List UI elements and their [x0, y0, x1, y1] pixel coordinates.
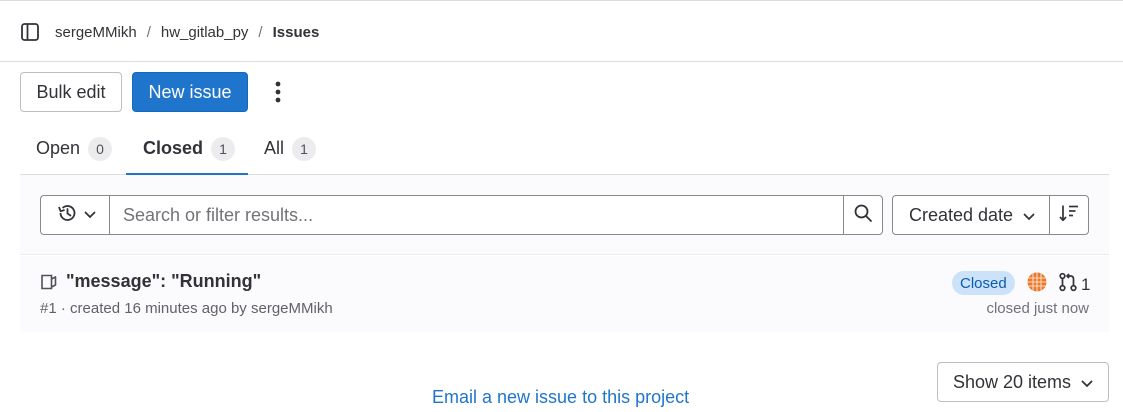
- new-issue-button[interactable]: New issue: [132, 72, 248, 112]
- issue-created-text: created 16 minutes ago by: [70, 300, 247, 317]
- tab-closed[interactable]: Closed 1: [126, 123, 248, 175]
- closed-time: closed just now: [986, 300, 1089, 317]
- page-size-dropdown[interactable]: Show 20 items: [937, 362, 1109, 402]
- issue-state-tabs: Open 0 Closed 1 All 1: [20, 123, 1109, 175]
- issue-closed-icon: [40, 273, 58, 291]
- breadcrumb-item-project[interactable]: hw_gitlab_py: [161, 24, 249, 41]
- meta-separator: ·: [60, 300, 71, 317]
- sort-descending-icon: [1059, 204, 1079, 227]
- tab-label: Open: [36, 138, 81, 158]
- search-icon: [853, 203, 873, 228]
- filter-bar: Created date: [20, 175, 1109, 255]
- merge-request-icon: [1058, 272, 1078, 297]
- search-button[interactable]: [843, 195, 883, 235]
- issue-author-link[interactable]: sergeMMikh: [251, 300, 333, 317]
- sidebar-toggle-icon[interactable]: [20, 22, 40, 42]
- avatar[interactable]: [1027, 272, 1047, 292]
- tab-all[interactable]: All 1: [264, 123, 317, 174]
- recent-searches-button[interactable]: [40, 195, 110, 235]
- chevron-down-icon: [1081, 372, 1093, 393]
- sort-dropdown[interactable]: Created date: [892, 195, 1050, 235]
- sort-direction-button[interactable]: [1049, 195, 1089, 235]
- tab-count-badge: 0: [88, 136, 113, 161]
- breadcrumb-bar: sergeMMikh / hw_gitlab_py / Issues: [0, 1, 1123, 62]
- chevron-down-icon: [1023, 205, 1035, 226]
- issue-meta: #1 · created 16 minutes ago by sergeMMik…: [40, 300, 333, 317]
- bulk-edit-button[interactable]: Bulk edit: [20, 72, 122, 112]
- tab-open[interactable]: Open 0: [36, 123, 113, 174]
- search-input[interactable]: [109, 195, 844, 235]
- history-icon: [56, 202, 78, 229]
- tab-count-badge: 1: [292, 136, 317, 161]
- tab-count-badge: 1: [211, 136, 236, 161]
- chevron-down-icon: [84, 206, 96, 224]
- email-new-issue-link[interactable]: Email a new issue to this project: [432, 387, 689, 408]
- tab-label: Closed: [143, 138, 204, 158]
- list-item: "message": "Running" #1 · created 16 min…: [20, 256, 1109, 332]
- tab-label: All: [264, 138, 285, 158]
- breadcrumb-item-namespace[interactable]: sergeMMikh: [55, 24, 137, 41]
- breadcrumb-item-current[interactable]: Issues: [273, 24, 320, 41]
- merge-request-count: 1: [1081, 274, 1091, 294]
- status-badge: Closed: [952, 271, 1015, 295]
- sort-label: Created date: [909, 204, 1014, 225]
- breadcrumb-separator: /: [146, 24, 151, 41]
- issue-reference[interactable]: #1: [40, 300, 57, 317]
- breadcrumb: sergeMMikh / hw_gitlab_py / Issues: [55, 24, 319, 41]
- issue-title-link[interactable]: "message": "Running": [66, 271, 261, 292]
- breadcrumb-separator: /: [258, 24, 263, 41]
- page-size-label: Show 20 items: [953, 371, 1072, 392]
- related-merge-requests[interactable]: 1: [1058, 272, 1090, 297]
- kebab-menu-icon[interactable]: [266, 78, 290, 106]
